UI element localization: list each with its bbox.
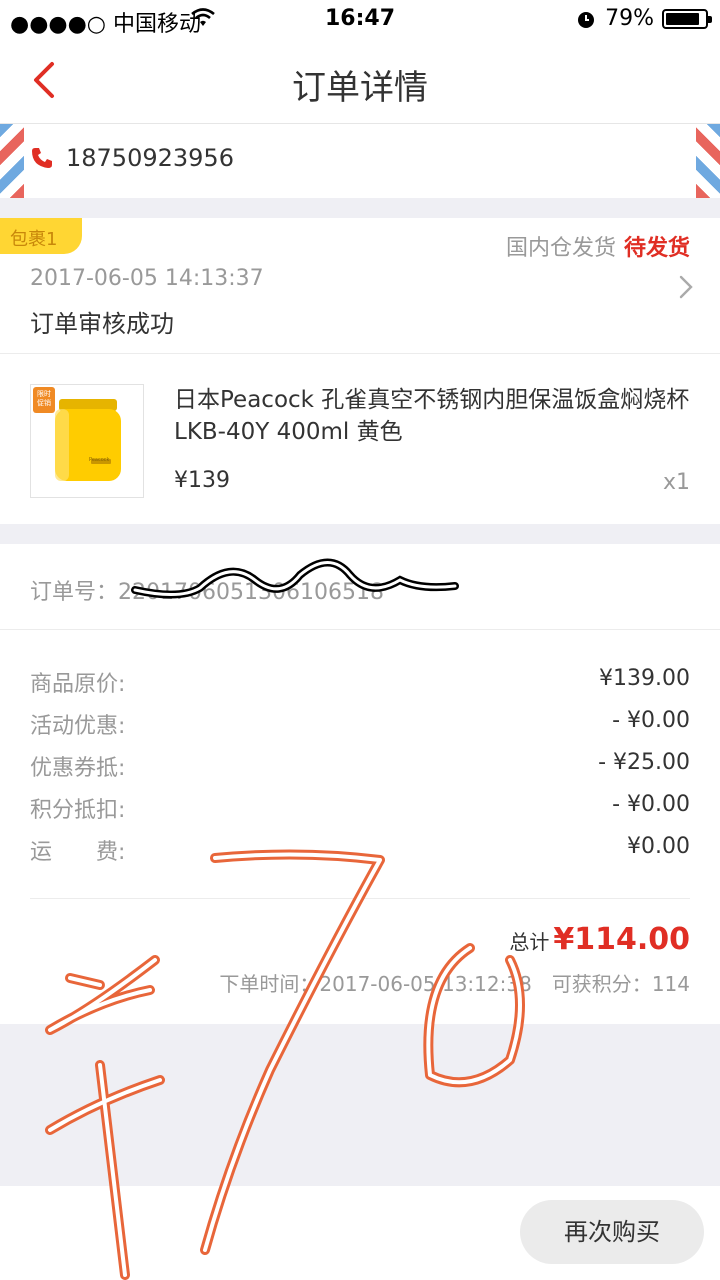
status-bar: ●●●●○ 中国移动 16:47 79%: [0, 0, 720, 40]
shipping-status: 待发货: [623, 236, 690, 261]
price-row-label: 优惠券抵:: [30, 756, 126, 781]
points-value: 114: [651, 972, 690, 996]
price-row-label: 商品原价:: [30, 672, 126, 697]
price-breakdown: 商品原价: ¥139.00 活动优惠: - ¥0.00 优惠券抵: - ¥25.…: [0, 630, 720, 1024]
product-brand-mark: Peacock: [89, 457, 110, 463]
order-number-row: 订单号：2201706051306106518: [0, 544, 720, 630]
package-badge: 包裹1: [0, 218, 82, 254]
airmail-stripe-left: [0, 124, 24, 198]
price-row: 优惠券抵: - ¥25.00: [30, 750, 690, 792]
order-total: 总计 ¥114.00: [509, 922, 690, 957]
product-price: ¥139: [174, 468, 230, 493]
order-number: 2201706051306106518: [118, 580, 384, 605]
phone-number: 18750923956: [66, 144, 234, 172]
order-time: 2017-06-05 13:12:38: [319, 972, 532, 996]
package-status: 国内仓发货 待发货: [506, 230, 690, 262]
divider: [0, 353, 720, 354]
total-amount: ¥114.00: [553, 922, 690, 957]
rebuy-button[interactable]: 再次购买: [520, 1200, 704, 1264]
product-image[interactable]: 限时促销 Peacock: [30, 384, 144, 498]
order-number-label: 订单号：: [30, 580, 119, 605]
tracking-message[interactable]: 订单审核成功: [30, 304, 174, 339]
bottom-bar: 再次购买: [0, 1186, 720, 1280]
page-title: 订单详情: [292, 68, 428, 108]
battery-icon: [662, 8, 712, 29]
product-quantity: x1: [662, 470, 690, 495]
order-time-label: 下单时间：: [219, 972, 320, 996]
promo-tag: 限时促销: [37, 390, 51, 407]
order-meta: 下单时间：2017-06-05 13:12:38 可获积分：114: [219, 968, 690, 997]
price-row-label: 运 费:: [30, 840, 126, 865]
divider: [30, 898, 690, 899]
product-name[interactable]: 日本Peacock 孔雀真空不锈钢内胆保温饭盒焖烧杯LKB-40Y 400ml …: [174, 384, 694, 448]
airmail-stripe-right: [696, 124, 720, 198]
price-row-value: - ¥25.00: [598, 750, 690, 775]
chevron-right-icon[interactable]: [678, 274, 694, 300]
warehouse-label: 国内仓发货: [505, 236, 616, 261]
alarm-icon: [578, 11, 595, 28]
points-label: 可获积分：: [551, 972, 652, 996]
tracking-time[interactable]: 2017-06-05 14:13:37: [30, 266, 264, 291]
price-row-label: 活动优惠:: [30, 714, 126, 739]
price-row: 运 费: ¥0.00: [30, 834, 690, 876]
price-row-value: ¥139.00: [599, 666, 690, 691]
package-card: 包裹1 国内仓发货 待发货 2017-06-05 14:13:37 订单审核成功 …: [0, 218, 720, 524]
price-row-value: - ¥0.00: [612, 792, 690, 817]
price-row-label: 积分抵扣:: [30, 798, 126, 823]
total-label: 总计: [509, 930, 550, 954]
battery-percent: 79%: [605, 6, 654, 31]
price-row: 商品原价: ¥139.00: [30, 666, 690, 708]
price-row: 活动优惠: - ¥0.00: [30, 708, 690, 750]
phone-icon: [32, 148, 52, 168]
price-row-value: ¥0.00: [627, 834, 690, 859]
price-row: 积分抵扣: - ¥0.00: [30, 792, 690, 834]
address-card[interactable]: 18750923956: [0, 124, 720, 198]
price-row-value: - ¥0.00: [612, 708, 690, 733]
nav-bar: 订单详情: [0, 40, 720, 124]
